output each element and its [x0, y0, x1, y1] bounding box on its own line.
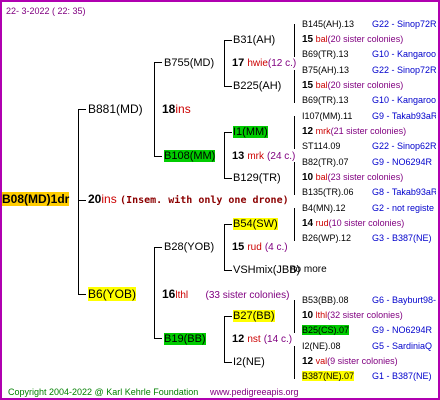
g5-row: 12 val(9 sister colonies): [302, 354, 398, 369]
g3-queen-4[interactable]: B19(BB): [164, 333, 206, 345]
g5-number: 12: [302, 126, 314, 137]
g5-label: mrk: [315, 126, 331, 136]
g3-number-4: 12: [232, 333, 245, 345]
g4-queen-5[interactable]: B54(SW): [233, 218, 278, 230]
sire-number: 18: [162, 102, 176, 116]
g5-queen[interactable]: I107(MM).11: [302, 111, 352, 121]
g5-row: 14 rud(10 sister colonies): [302, 216, 404, 231]
g5-label: lthl: [315, 310, 328, 320]
g5-queen[interactable]: B69(TR).13: [302, 95, 349, 105]
dam-number: 16: [162, 287, 176, 301]
root-number: 20: [88, 192, 102, 206]
root-queen[interactable]: B08(MD)1dr: [2, 192, 70, 206]
g5-queen[interactable]: B69(TR).13: [302, 49, 349, 59]
g5-queen[interactable]: ST114.09: [302, 141, 340, 151]
root-label: ins: [101, 192, 117, 206]
g5-number: 15: [302, 80, 314, 91]
g5-note: (10 sister colonies): [328, 218, 405, 228]
g5-row: B25(CS).07: [302, 323, 438, 337]
g5-queen[interactable]: B26(WP).12: [302, 233, 351, 243]
g5-queen[interactable]: B135(TR).06: [302, 187, 354, 197]
g4-queen-2[interactable]: B225(AH): [233, 79, 281, 93]
g5-queen[interactable]: B75(AH).13: [302, 65, 349, 75]
g3-note-3: (4 c.): [264, 242, 288, 253]
g5-label: bal: [315, 172, 328, 182]
g5-number: 10: [302, 310, 314, 321]
g5-queen[interactable]: B53(BB).08: [302, 295, 349, 305]
g5-queen[interactable]: I2(NE).08: [302, 341, 341, 351]
g5-row: B75(AH).13: [302, 63, 438, 77]
site-link[interactable]: www.pedigreeapis.org: [210, 385, 299, 399]
g3-queen-1[interactable]: B755(MD): [164, 56, 214, 70]
g5-queen[interactable]: B25(CS).07: [302, 325, 350, 335]
g4-extra-6: no more: [290, 264, 327, 275]
g5-label: val: [315, 356, 328, 366]
root-note: (Insem. with only one drone): [120, 195, 289, 206]
g5-number: 14: [302, 218, 314, 229]
g3-note-4: (14 c.): [263, 334, 293, 345]
g5-row: B135(TR).06: [302, 185, 438, 199]
g5-queen[interactable]: B145(AH).13: [302, 19, 354, 29]
g5-row: 10 lthl(32 sister colonies): [302, 308, 403, 323]
g5-row: B69(TR).13: [302, 47, 438, 61]
g3-note-1: (12 c.): [267, 58, 297, 69]
g5-row: 15 bal(20 sister colonies): [302, 78, 403, 93]
g5-note: (23 sister colonies): [327, 172, 404, 182]
g5-note: (20 sister colonies): [327, 80, 404, 90]
g3-label-4: nst: [247, 334, 261, 345]
g5-queen[interactable]: B82(TR).07: [302, 157, 349, 167]
g5-label: bal: [315, 34, 328, 44]
g5-row: 10 bal(23 sister colonies): [302, 170, 403, 185]
g3-queen-3[interactable]: B28(YOB): [164, 240, 214, 254]
copyright: Copyright 2004-2022 @ Karl Kehrle Founda…: [8, 387, 199, 397]
g3-number-2: 13: [232, 150, 245, 162]
g5-row: B82(TR).07: [302, 155, 438, 169]
g5-note: (9 sister colonies): [327, 356, 398, 366]
g5-note: (20 sister colonies): [327, 34, 404, 44]
g5-row: ST114.09: [302, 139, 438, 153]
g3-note-2: (24 c.): [267, 151, 296, 162]
g5-row: B53(BB).08: [302, 293, 438, 307]
g5-number: 10: [302, 172, 314, 183]
g5-note: (21 sister colonies): [330, 126, 407, 136]
g3-queen-2[interactable]: B108(MM): [164, 150, 216, 162]
g5-queen[interactable]: B4(MN).12: [302, 203, 346, 213]
g5-number: 12: [302, 356, 314, 367]
sire-queen[interactable]: B881(MD): [88, 102, 143, 116]
g4-queen-3[interactable]: I1(MM): [233, 126, 268, 138]
pedigree-chart: 22- 3-2022 ( 22: 35) B08(MD)1dr 20ins (I…: [0, 0, 440, 400]
g5-note: (32 sister colonies): [327, 310, 403, 320]
g3-number-1: 17: [232, 57, 245, 69]
g3-number-3: 15: [232, 241, 245, 253]
dam-queen[interactable]: B6(YOB): [88, 287, 137, 301]
g5-row: B4(MN).12: [302, 201, 438, 215]
g5-row: B26(WP).12: [302, 231, 438, 245]
g3-label-1: hwie: [247, 58, 268, 69]
sire-label: ins: [175, 102, 191, 116]
g5-row: B387(NE).07: [302, 369, 438, 383]
g3-label-2: mrk: [247, 151, 264, 162]
g4-queen-8[interactable]: I2(NE): [233, 355, 265, 369]
g5-number: 15: [302, 34, 314, 45]
dam-note: (33 sister colonies): [205, 290, 290, 301]
dam-label: lthl: [175, 290, 189, 301]
g5-row: I2(NE).08: [302, 339, 438, 353]
print-date: 22- 3-2022 ( 22: 35): [6, 6, 86, 16]
g5-row: 12 mrk(21 sister colonies): [302, 124, 406, 139]
g5-label: bal: [315, 80, 328, 90]
g5-label: rud: [315, 218, 329, 228]
g5-row: B69(TR).13: [302, 93, 438, 107]
g4-queen-7[interactable]: B27(BB): [233, 310, 275, 322]
g4-queen-4[interactable]: B129(TR): [233, 171, 281, 185]
g5-row: B145(AH).13: [302, 17, 438, 31]
g5-queen[interactable]: B387(NE).07: [302, 371, 355, 381]
g5-row: I107(MM).11: [302, 109, 438, 123]
g5-row: 15 bal(20 sister colonies): [302, 32, 403, 47]
g4-queen-1[interactable]: B31(AH): [233, 33, 275, 47]
g3-label-3: rud: [247, 242, 262, 253]
